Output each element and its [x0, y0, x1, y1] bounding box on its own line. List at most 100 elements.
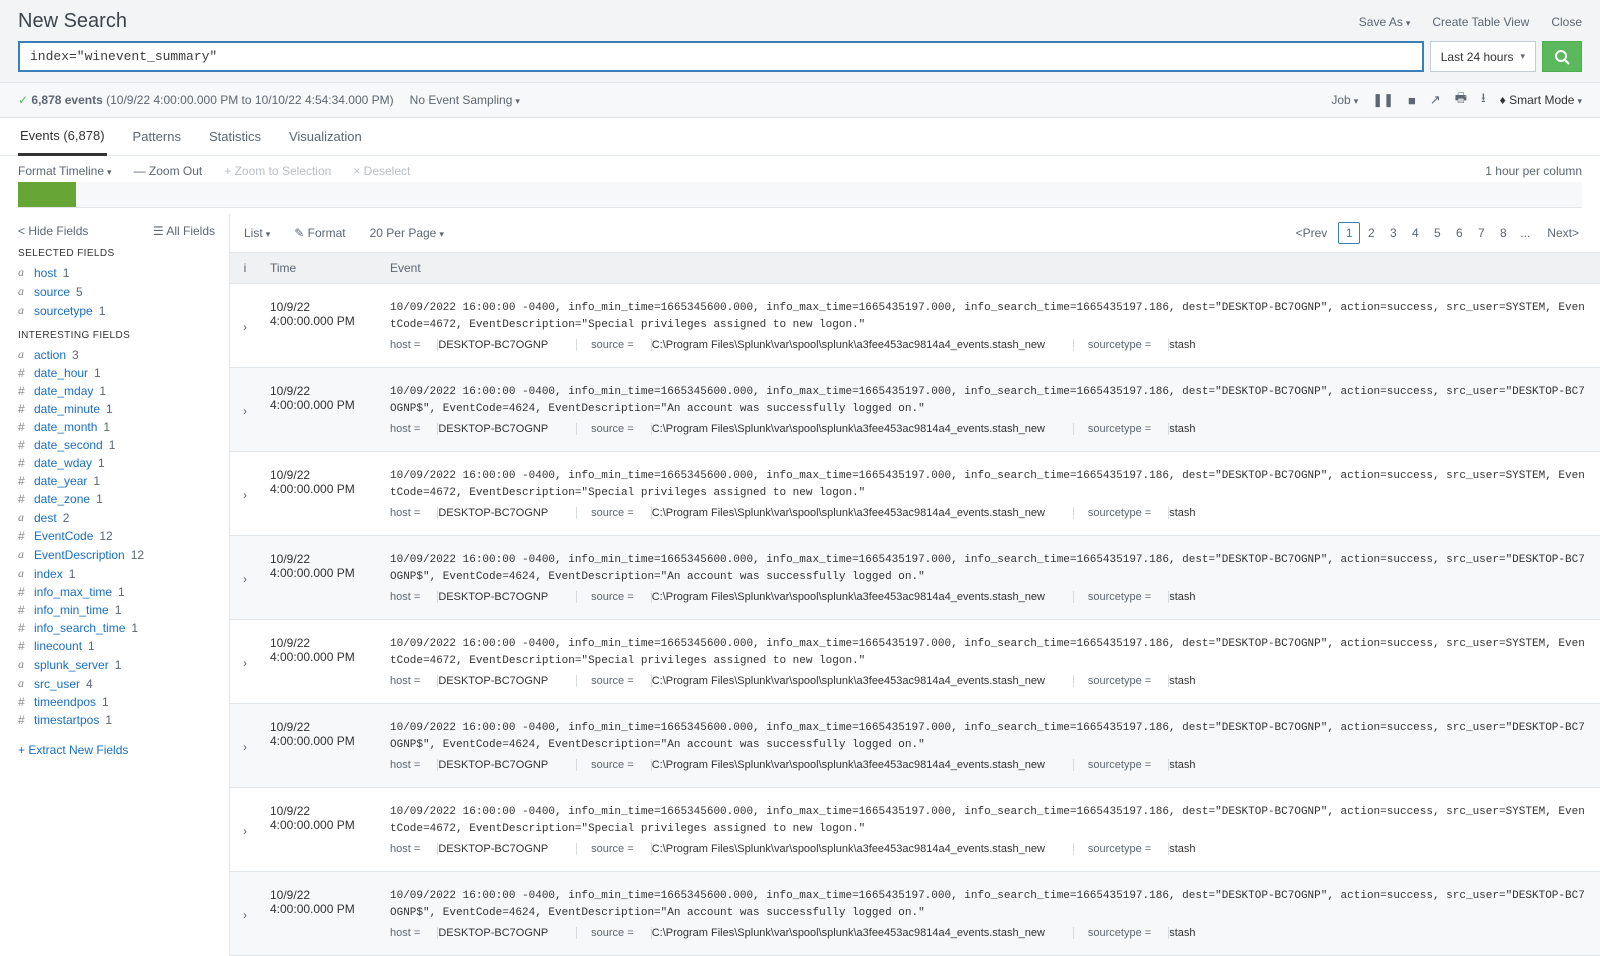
field-item[interactable]: #timeendpos1	[18, 693, 229, 711]
pager-page[interactable]: 2	[1360, 222, 1382, 244]
format-events-button[interactable]: ✎ Format	[294, 226, 345, 240]
meta-host[interactable]: host = DESKTOP-BC7OGNP	[390, 843, 577, 855]
job-menu[interactable]: Job	[1331, 93, 1358, 107]
field-name[interactable]: dest	[34, 511, 57, 525]
meta-sourcetype[interactable]: sourcetype = stash	[1088, 591, 1224, 603]
field-item[interactable]: #linecount1	[18, 637, 229, 655]
event-raw[interactable]: 10/09/2022 16:00:00 -0400, info_min_time…	[390, 636, 1590, 669]
expand-row-icon[interactable]: ›	[230, 460, 260, 527]
field-name[interactable]: info_max_time	[34, 585, 112, 599]
meta-sourcetype[interactable]: sourcetype = stash	[1088, 843, 1224, 855]
field-name[interactable]: info_min_time	[34, 603, 109, 617]
pager-page[interactable]: 7	[1470, 222, 1492, 244]
column-header-time[interactable]: Time	[260, 253, 380, 283]
meta-host[interactable]: host = DESKTOP-BC7OGNP	[390, 423, 577, 435]
meta-sourcetype[interactable]: sourcetype = stash	[1088, 423, 1224, 435]
field-name[interactable]: action	[34, 348, 66, 362]
field-item[interactable]: #EventCode12	[18, 527, 229, 545]
search-button[interactable]	[1542, 41, 1582, 72]
field-item[interactable]: #date_mday1	[18, 382, 229, 400]
tab-visualization[interactable]: Visualization	[287, 119, 364, 154]
event-sampling-menu[interactable]: No Event Sampling	[410, 93, 520, 107]
meta-host[interactable]: host = DESKTOP-BC7OGNP	[390, 759, 577, 771]
search-mode-menu[interactable]: ♦ Smart Mode	[1500, 93, 1582, 107]
tab-events[interactable]: Events (6,878)	[18, 118, 107, 156]
print-icon[interactable]: 🖶	[1455, 89, 1467, 111]
field-item[interactable]: asource5	[18, 282, 229, 301]
column-header-event[interactable]: Event	[380, 253, 1600, 283]
event-raw[interactable]: 10/09/2022 16:00:00 -0400, info_min_time…	[390, 300, 1590, 333]
field-name[interactable]: date_second	[34, 438, 103, 452]
search-input[interactable]	[18, 41, 1424, 72]
field-item[interactable]: asplunk_server1	[18, 655, 229, 674]
expand-row-icon[interactable]: ›	[230, 880, 260, 947]
field-name[interactable]: timestartpos	[34, 713, 99, 727]
meta-sourcetype[interactable]: sourcetype = stash	[1088, 675, 1224, 687]
time-range-picker[interactable]: Last 24 hours	[1430, 41, 1536, 72]
field-item[interactable]: #date_month1	[18, 418, 229, 436]
meta-source[interactable]: source = C:\Program Files\Splunk\var\spo…	[591, 927, 1074, 939]
timeline-column[interactable]	[18, 182, 76, 207]
expand-row-icon[interactable]: ›	[230, 292, 260, 359]
field-name[interactable]: sourcetype	[34, 304, 93, 318]
meta-source[interactable]: source = C:\Program Files\Splunk\var\spo…	[591, 591, 1074, 603]
timeline-chart[interactable]	[18, 182, 1582, 208]
field-item[interactable]: #date_second1	[18, 436, 229, 454]
pager-page[interactable]: 6	[1448, 222, 1470, 244]
meta-host[interactable]: host = DESKTOP-BC7OGNP	[390, 927, 577, 939]
meta-sourcetype[interactable]: sourcetype = stash	[1088, 927, 1224, 939]
export-icon[interactable]: ⭳	[1481, 89, 1486, 111]
field-item[interactable]: #info_max_time1	[18, 583, 229, 601]
pager-page[interactable]: 1	[1338, 222, 1360, 244]
field-name[interactable]: date_zone	[34, 492, 90, 506]
field-item[interactable]: ahost1	[18, 263, 229, 282]
pager-page[interactable]: 5	[1426, 222, 1448, 244]
field-item[interactable]: asrc_user4	[18, 674, 229, 693]
extract-new-fields-link[interactable]: + Extract New Fields	[18, 743, 128, 757]
zoom-out-button[interactable]: — Zoom Out	[134, 164, 203, 178]
pager-prev[interactable]: < Prev	[1289, 222, 1335, 244]
field-item[interactable]: #date_wday1	[18, 454, 229, 472]
close-link[interactable]: Close	[1551, 15, 1582, 29]
meta-source[interactable]: source = C:\Program Files\Splunk\var\spo…	[591, 675, 1074, 687]
per-page-menu[interactable]: 20 Per Page	[370, 226, 444, 240]
field-item[interactable]: #info_search_time1	[18, 619, 229, 637]
pager-page[interactable]: 4	[1404, 222, 1426, 244]
field-name[interactable]: host	[34, 266, 57, 280]
field-name[interactable]: date_mday	[34, 384, 93, 398]
meta-host[interactable]: host = DESKTOP-BC7OGNP	[390, 591, 577, 603]
field-name[interactable]: date_month	[34, 420, 97, 434]
event-raw[interactable]: 10/09/2022 16:00:00 -0400, info_min_time…	[390, 720, 1590, 753]
field-name[interactable]: timeendpos	[34, 695, 96, 709]
column-header-info[interactable]: i	[230, 253, 260, 283]
field-name[interactable]: index	[34, 567, 63, 581]
expand-row-icon[interactable]: ›	[230, 796, 260, 863]
field-name[interactable]: EventCode	[34, 529, 93, 543]
field-item[interactable]: #date_year1	[18, 472, 229, 490]
meta-sourcetype[interactable]: sourcetype = stash	[1088, 759, 1224, 771]
meta-source[interactable]: source = C:\Program Files\Splunk\var\spo…	[591, 423, 1074, 435]
field-item[interactable]: #date_zone1	[18, 490, 229, 508]
create-table-view-link[interactable]: Create Table View	[1432, 15, 1529, 29]
tab-statistics[interactable]: Statistics	[207, 119, 263, 154]
pause-icon[interactable]: ❚❚	[1372, 92, 1394, 108]
field-item[interactable]: #date_minute1	[18, 400, 229, 418]
field-name[interactable]: date_year	[34, 474, 87, 488]
pager-page[interactable]: 8	[1492, 222, 1514, 244]
field-item[interactable]: #date_hour1	[18, 364, 229, 382]
event-raw[interactable]: 10/09/2022 16:00:00 -0400, info_min_time…	[390, 804, 1590, 837]
tab-patterns[interactable]: Patterns	[131, 119, 183, 154]
field-name[interactable]: date_wday	[34, 456, 92, 470]
field-name[interactable]: source	[34, 285, 70, 299]
save-as-menu[interactable]: Save As	[1359, 15, 1411, 29]
meta-host[interactable]: host = DESKTOP-BC7OGNP	[390, 507, 577, 519]
field-item[interactable]: aEventDescription12	[18, 545, 229, 564]
expand-row-icon[interactable]: ›	[230, 544, 260, 611]
meta-sourcetype[interactable]: sourcetype = stash	[1088, 339, 1224, 351]
view-mode-menu[interactable]: List	[244, 226, 270, 240]
event-raw[interactable]: 10/09/2022 16:00:00 -0400, info_min_time…	[390, 384, 1590, 417]
expand-row-icon[interactable]: ›	[230, 628, 260, 695]
event-raw[interactable]: 10/09/2022 16:00:00 -0400, info_min_time…	[390, 468, 1590, 501]
field-name[interactable]: date_hour	[34, 366, 88, 380]
event-raw[interactable]: 10/09/2022 16:00:00 -0400, info_min_time…	[390, 888, 1590, 921]
